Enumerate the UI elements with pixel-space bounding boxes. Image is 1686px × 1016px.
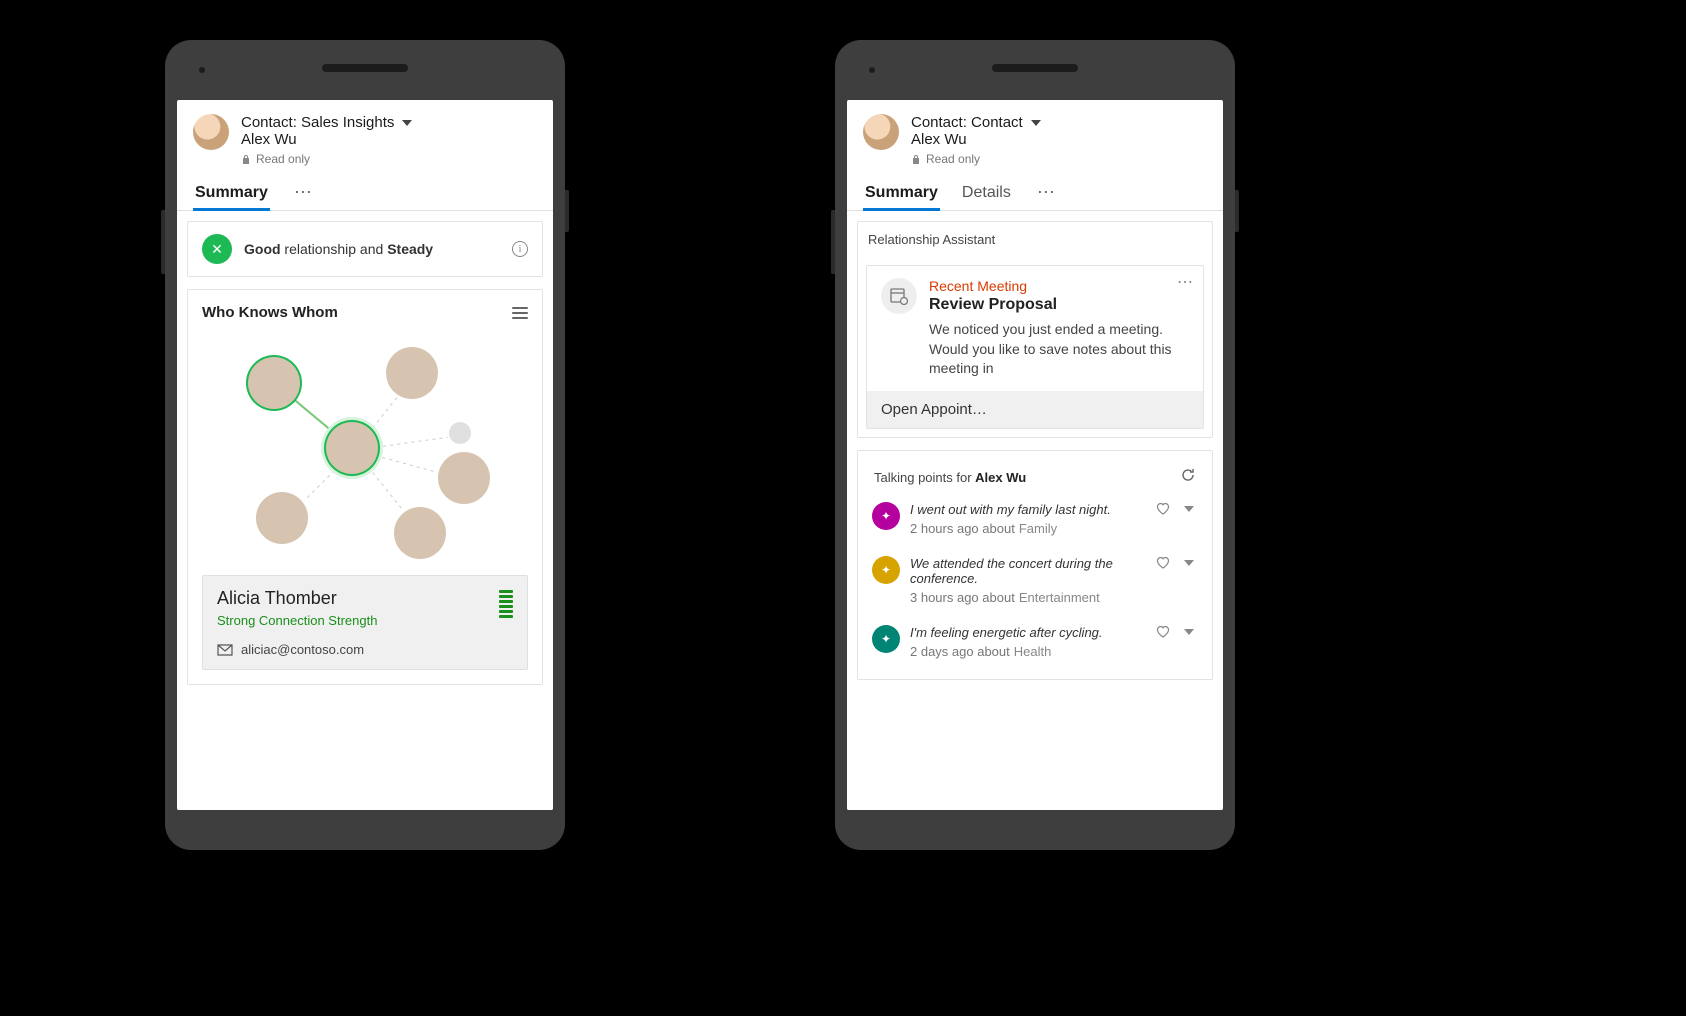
envelope-icon (217, 644, 233, 656)
talking-point-meta: 2 hours ago about Family (910, 521, 1146, 536)
talking-point-item[interactable]: ✦ We attended the concert during the conf… (868, 546, 1202, 615)
tab-summary[interactable]: Summary (193, 174, 270, 210)
lock-icon (911, 154, 921, 165)
talking-point-message: I'm feeling energetic after cycling. (910, 625, 1146, 640)
talking-points-card: Talking points for Alex Wu ✦ I went out w… (857, 450, 1213, 680)
graph-node-self[interactable] (326, 422, 378, 474)
tab-bar: Summary ⋯ (177, 174, 553, 211)
talking-point-icon: ✦ (872, 556, 900, 584)
screen-right: Contact: Contact Alex Wu Read only Summa… (847, 100, 1223, 810)
assistant-card-message: We noticed you just ended a meeting. Wou… (929, 320, 1189, 379)
lock-icon (241, 154, 251, 165)
more-tabs-button[interactable]: ⋯ (290, 177, 316, 207)
strength-bars-icon (499, 590, 513, 618)
graph-node[interactable] (394, 507, 446, 559)
chevron-down-icon[interactable] (402, 120, 412, 126)
phone-side-button (831, 210, 835, 274)
talking-point-message: I went out with my family last night. (910, 502, 1146, 517)
chevron-down-icon[interactable] (1031, 120, 1041, 126)
phone-side-button (1235, 190, 1239, 232)
tab-summary[interactable]: Summary (863, 174, 940, 210)
list-view-icon[interactable] (512, 307, 528, 319)
who-knows-whom-title: Who Knows Whom (202, 304, 338, 321)
talking-points-title: Talking points for Alex Wu (874, 470, 1026, 485)
connection-graph[interactable] (202, 333, 528, 563)
more-tabs-button[interactable]: ⋯ (1033, 177, 1059, 207)
contact-name: Alex Wu (241, 131, 537, 148)
connection-name: Alicia Thomber (217, 588, 513, 609)
graph-node[interactable] (386, 347, 438, 399)
phone-side-button (161, 210, 165, 274)
tab-details[interactable]: Details (960, 174, 1013, 210)
tab-bar: Summary Details ⋯ (847, 174, 1223, 211)
chevron-down-icon[interactable] (1184, 506, 1194, 512)
health-good-icon: ✕ (202, 234, 232, 264)
relationship-health-text: Good relationship and Steady (244, 241, 433, 257)
refresh-icon[interactable] (1180, 467, 1196, 488)
heart-icon[interactable] (1156, 625, 1170, 639)
relationship-health-card[interactable]: ✕ Good relationship and Steady i (187, 221, 543, 277)
assistant-card-tag: Recent Meeting (929, 278, 1189, 294)
chevron-down-icon[interactable] (1184, 629, 1194, 635)
talking-point-item[interactable]: ✦ I'm feeling energetic after cycling. 2 d… (868, 615, 1202, 669)
readonly-label: Read only (926, 152, 980, 166)
calendar-icon (881, 278, 917, 314)
relationship-assistant-title: Relationship Assistant (858, 222, 1212, 257)
phone-speaker (322, 64, 408, 72)
entity-breadcrumb: Contact: Sales Insights (241, 114, 394, 131)
contact-name: Alex Wu (911, 131, 1207, 148)
phone-camera (869, 67, 875, 73)
phone-speaker (992, 64, 1078, 72)
card-more-button[interactable]: ⋯ (1177, 272, 1193, 292)
readonly-label: Read only (256, 152, 310, 166)
connection-email[interactable]: aliciac@contoso.com (241, 642, 364, 657)
graph-node[interactable] (256, 492, 308, 544)
relationship-assistant-card: Relationship Assistant Recent Meeting Re… (857, 221, 1213, 438)
selected-connection-card[interactable]: Alicia Thomber Strong Connection Strengt… (202, 575, 528, 670)
record-header: Contact: Contact Alex Wu Read only (847, 100, 1223, 174)
talking-point-item[interactable]: ✦ I went out with my family last night. 2 … (868, 492, 1202, 546)
phone-camera (199, 67, 205, 73)
talking-point-icon: ✦ (872, 625, 900, 653)
graph-node[interactable] (438, 452, 490, 504)
chevron-down-icon[interactable] (1184, 560, 1194, 566)
graph-node[interactable] (449, 422, 471, 444)
phone-side-button (565, 190, 569, 232)
heart-icon[interactable] (1156, 556, 1170, 570)
open-appointment-button[interactable]: Open Appoint… (867, 391, 1203, 428)
contact-avatar[interactable] (193, 114, 229, 150)
entity-breadcrumb: Contact: Contact (911, 114, 1023, 131)
talking-point-icon: ✦ (872, 502, 900, 530)
talking-point-meta: 3 hours ago about Entertainment (910, 590, 1146, 605)
screen-left: Contact: Sales Insights Alex Wu Read onl… (177, 100, 553, 810)
connection-strength: Strong Connection Strength (217, 613, 513, 628)
phone-left: Contact: Sales Insights Alex Wu Read onl… (165, 40, 565, 850)
info-icon[interactable]: i (512, 241, 528, 257)
assistant-card-title: Review Proposal (929, 296, 1189, 314)
record-header: Contact: Sales Insights Alex Wu Read onl… (177, 100, 553, 174)
graph-node-selected[interactable] (248, 357, 300, 409)
contact-avatar[interactable] (863, 114, 899, 150)
phone-right: Contact: Contact Alex Wu Read only Summa… (835, 40, 1235, 850)
talking-point-message: We attended the concert during the confe… (910, 556, 1146, 586)
talking-point-meta: 2 days ago about Health (910, 644, 1146, 659)
who-knows-whom-card: Who Knows Whom (187, 289, 543, 685)
heart-icon[interactable] (1156, 502, 1170, 516)
